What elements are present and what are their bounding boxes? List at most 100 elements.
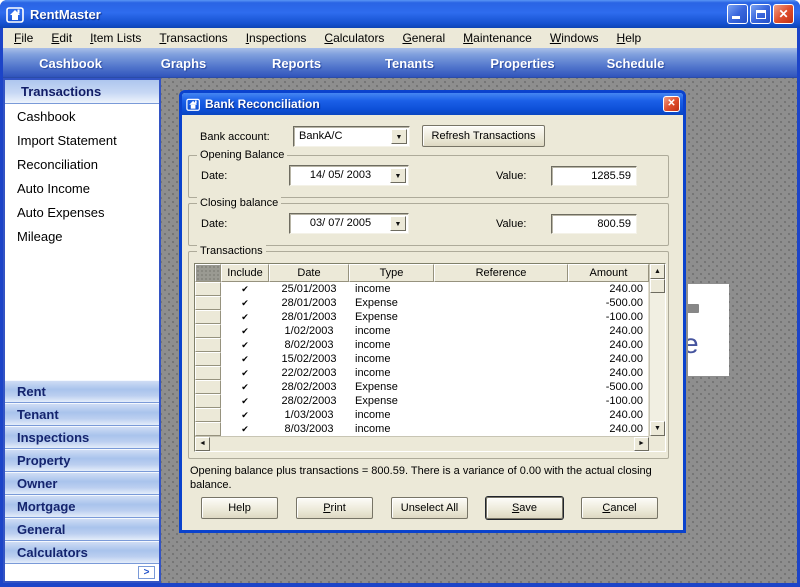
refresh-transactions-button[interactable]: Refresh Transactions xyxy=(422,125,545,147)
column-header-reference[interactable]: Reference xyxy=(434,264,568,282)
cell-amount: 240.00 xyxy=(568,366,649,380)
sidebar-item-mileage[interactable]: Mileage xyxy=(5,224,159,248)
sidebar-section-property[interactable]: Property xyxy=(5,449,159,472)
opening-date-select[interactable]: 14/ 05/ 2003 ▼ xyxy=(289,165,409,186)
row-indicator[interactable] xyxy=(195,324,221,338)
dropdown-arrow-icon[interactable]: ▼ xyxy=(391,129,407,144)
menu-item-inspections[interactable]: Inspections xyxy=(237,29,316,47)
scroll-right-icon[interactable]: ► xyxy=(634,437,649,451)
unselect-all-button[interactable]: Unselect All xyxy=(391,497,468,519)
sidebar-section-tenant[interactable]: Tenant xyxy=(5,403,159,426)
column-header-date[interactable]: Date xyxy=(269,264,349,282)
menu-item-general[interactable]: General xyxy=(393,29,454,47)
nav-item-graphs[interactable]: Graphs xyxy=(127,56,240,71)
cell-reference xyxy=(434,310,568,324)
sidebar-section-general[interactable]: General xyxy=(5,518,159,541)
sidebar-section-rent[interactable]: Rent xyxy=(5,380,159,403)
row-indicator[interactable] xyxy=(195,408,221,422)
row-indicator[interactable] xyxy=(195,422,221,436)
include-checkbox[interactable]: ✔ xyxy=(221,310,269,324)
table-row[interactable]: ✔1/02/2003income240.00 xyxy=(195,324,649,338)
cancel-button[interactable]: Cancel xyxy=(581,497,658,519)
row-indicator[interactable] xyxy=(195,380,221,394)
table-row[interactable]: ✔28/01/2003Expense-100.00 xyxy=(195,310,649,324)
column-header-amount[interactable]: Amount xyxy=(568,264,649,282)
sidebar-item-auto-expenses[interactable]: Auto Expenses xyxy=(5,200,159,224)
include-checkbox[interactable]: ✔ xyxy=(221,338,269,352)
scroll-up-icon[interactable]: ▲ xyxy=(650,264,665,279)
horizontal-scrollbar[interactable]: ◄ ► xyxy=(195,436,649,451)
menu-item-file[interactable]: File xyxy=(5,29,42,47)
table-row[interactable]: ✔1/03/2003income240.00 xyxy=(195,408,649,422)
minimize-button[interactable] xyxy=(727,4,748,24)
sidebar-section-inspections[interactable]: Inspections xyxy=(5,426,159,449)
fragment-mark xyxy=(688,304,699,313)
menu-item-transactions[interactable]: Transactions xyxy=(150,29,236,47)
table-row[interactable]: ✔22/02/2003income240.00 xyxy=(195,366,649,380)
nav-item-reports[interactable]: Reports xyxy=(240,56,353,71)
table-row[interactable]: ✔28/01/2003Expense-500.00 xyxy=(195,296,649,310)
sidebar-item-auto-income[interactable]: Auto Income xyxy=(5,176,159,200)
row-indicator[interactable] xyxy=(195,352,221,366)
table-row[interactable]: ✔28/02/2003Expense-100.00 xyxy=(195,394,649,408)
scroll-down-icon[interactable]: ▼ xyxy=(650,421,665,436)
nav-item-cashbook[interactable]: Cashbook xyxy=(14,56,127,71)
opening-value-input[interactable]: 1285.59 xyxy=(551,166,637,186)
include-checkbox[interactable]: ✔ xyxy=(221,408,269,422)
include-checkbox[interactable]: ✔ xyxy=(221,324,269,338)
nav-item-tenants[interactable]: Tenants xyxy=(353,56,466,71)
scroll-left-icon[interactable]: ◄ xyxy=(195,437,210,451)
help-button[interactable]: Help xyxy=(201,497,278,519)
menu-item-help[interactable]: Help xyxy=(608,29,651,47)
save-button[interactable]: Save xyxy=(486,497,563,519)
table-row[interactable]: ✔8/02/2003income240.00 xyxy=(195,338,649,352)
include-checkbox[interactable]: ✔ xyxy=(221,366,269,380)
column-header-include[interactable]: Include xyxy=(221,264,269,282)
include-checkbox[interactable]: ✔ xyxy=(221,422,269,436)
menu-bar: FileEditItem ListsTransactionsInspection… xyxy=(3,28,797,48)
sidebar-section-owner[interactable]: Owner xyxy=(5,472,159,495)
table-row[interactable]: ✔8/03/2003income240.00 xyxy=(195,422,649,436)
vertical-scroll-thumb[interactable] xyxy=(650,279,665,293)
row-indicator[interactable] xyxy=(195,282,221,296)
column-header-type[interactable]: Type xyxy=(349,264,434,282)
sidebar-section-mortgage[interactable]: Mortgage xyxy=(5,495,159,518)
include-checkbox[interactable]: ✔ xyxy=(221,394,269,408)
menu-item-windows[interactable]: Windows xyxy=(541,29,608,47)
menu-item-calculators[interactable]: Calculators xyxy=(315,29,393,47)
sidebar-item-import-statement[interactable]: Import Statement xyxy=(5,128,159,152)
row-indicator[interactable] xyxy=(195,366,221,380)
dialog-close-button[interactable]: ✕ xyxy=(663,96,680,112)
table-row[interactable]: ✔15/02/2003income240.00 xyxy=(195,352,649,366)
maximize-button[interactable] xyxy=(750,4,771,24)
menu-item-maintenance[interactable]: Maintenance xyxy=(454,29,541,47)
bank-account-select[interactable]: BankA/C ▼ xyxy=(293,126,410,147)
vertical-scrollbar[interactable]: ▲ ▼ xyxy=(649,264,665,436)
row-indicator[interactable] xyxy=(195,338,221,352)
row-indicator[interactable] xyxy=(195,394,221,408)
sidebar-section-calculators[interactable]: Calculators xyxy=(5,541,159,564)
sidebar-item-reconciliation[interactable]: Reconciliation xyxy=(5,152,159,176)
sidebar-section-transactions[interactable]: Transactions xyxy=(5,80,159,104)
table-row[interactable]: ✔28/02/2003Expense-500.00 xyxy=(195,380,649,394)
opening-balance-legend: Opening Balance xyxy=(197,149,287,161)
sidebar-expand-button[interactable]: > xyxy=(138,566,155,579)
nav-item-properties[interactable]: Properties xyxy=(466,56,579,71)
include-checkbox[interactable]: ✔ xyxy=(221,352,269,366)
dropdown-arrow-icon[interactable]: ▼ xyxy=(390,216,406,231)
closing-value-input[interactable]: 800.59 xyxy=(551,214,637,234)
dropdown-arrow-icon[interactable]: ▼ xyxy=(390,168,406,183)
include-checkbox[interactable]: ✔ xyxy=(221,282,269,296)
row-indicator[interactable] xyxy=(195,310,221,324)
table-row[interactable]: ✔25/01/2003income240.00 xyxy=(195,282,649,296)
close-button[interactable]: ✕ xyxy=(773,4,794,24)
include-checkbox[interactable]: ✔ xyxy=(221,296,269,310)
menu-item-edit[interactable]: Edit xyxy=(42,29,81,47)
menu-item-item-lists[interactable]: Item Lists xyxy=(81,29,150,47)
sidebar-item-cashbook[interactable]: Cashbook xyxy=(5,104,159,128)
include-checkbox[interactable]: ✔ xyxy=(221,380,269,394)
nav-item-schedule[interactable]: Schedule xyxy=(579,56,692,71)
closing-date-select[interactable]: 03/ 07/ 2005 ▼ xyxy=(289,213,409,234)
print-button[interactable]: Print xyxy=(296,497,373,519)
row-indicator[interactable] xyxy=(195,296,221,310)
